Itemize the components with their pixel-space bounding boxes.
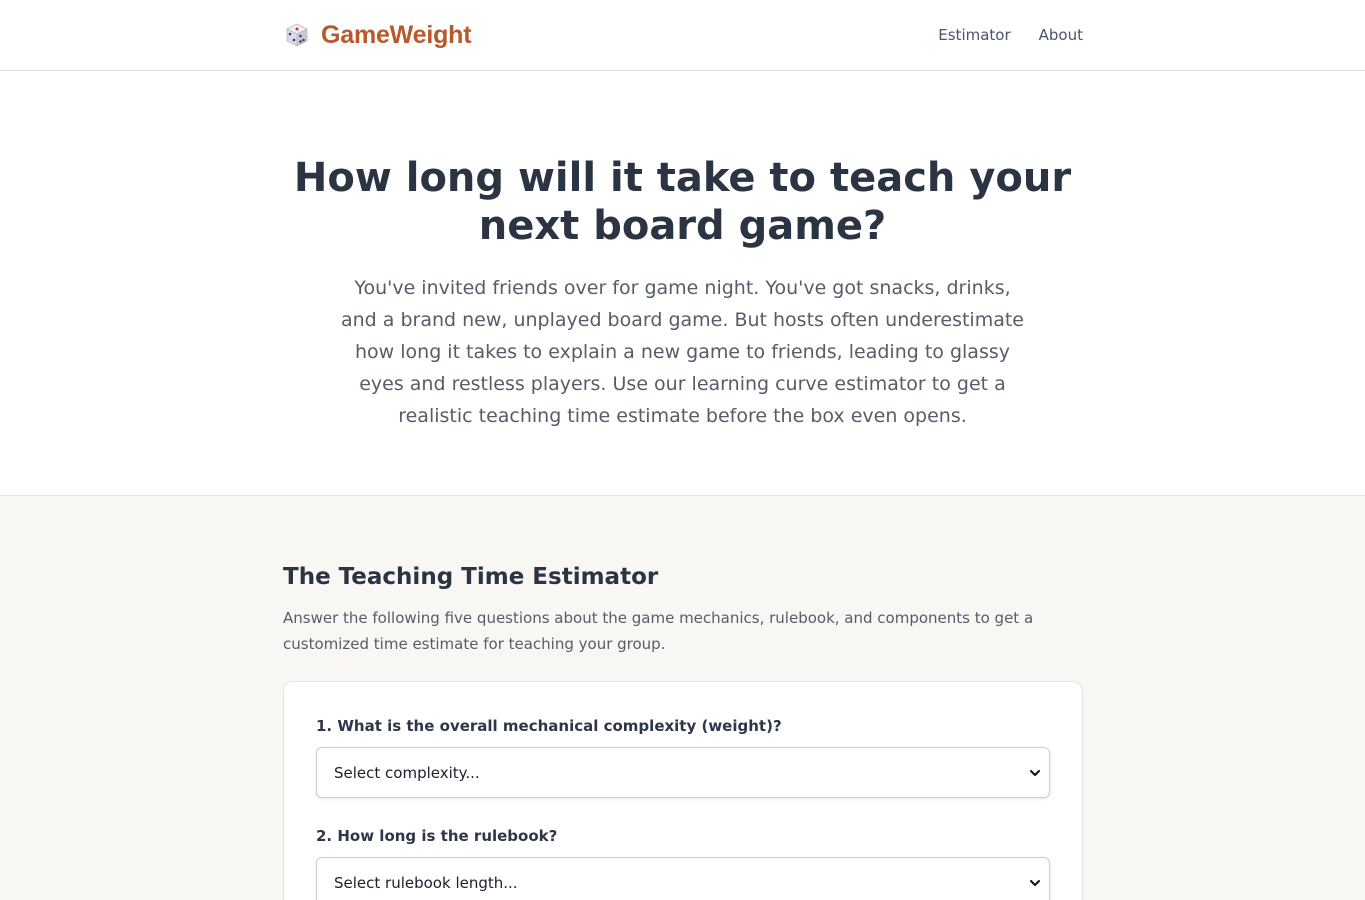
estimator-title: The Teaching Time Estimator: [283, 564, 659, 590]
hero-section: How long will it take to teach your next…: [0, 71, 1365, 496]
estimator-form-card: 1. What is the overall mechanical comple…: [283, 681, 1083, 900]
select-value: Select complexity...: [334, 763, 480, 782]
estimator-inner: The Teaching Time Estimator Answer the f…: [283, 562, 1083, 900]
main-nav: Estimator About: [938, 26, 1083, 44]
chevron-down-icon: [1030, 769, 1040, 776]
chevron-down-icon: [1030, 879, 1040, 886]
hero-title: How long will it take to teach your next…: [293, 155, 1072, 249]
question-complexity: 1. What is the overall mechanical comple…: [316, 715, 1050, 798]
header-inner: GameWeight Estimator About: [283, 0, 1083, 70]
estimator-description: Answer the following five questions abou…: [283, 609, 1034, 653]
brand-name: GameWeight: [321, 20, 472, 49]
site-header: GameWeight Estimator About: [0, 0, 1365, 71]
estimator-section: The Teaching Time Estimator Answer the f…: [0, 496, 1365, 900]
nav-link-about[interactable]: About: [1039, 26, 1083, 44]
question-rulebook: 2. How long is the rulebook? Select rule…: [316, 825, 1050, 900]
brand-logo-link[interactable]: GameWeight: [283, 20, 472, 50]
question-label: 2. How long is the rulebook?: [316, 827, 558, 845]
hero-body: You've invited friends over for game nig…: [340, 277, 1025, 427]
select-value: Select rulebook length...: [334, 873, 518, 892]
nav-link-estimator[interactable]: Estimator: [938, 26, 1010, 44]
dice-icon: [286, 23, 308, 47]
question-label: 1. What is the overall mechanical comple…: [316, 717, 782, 735]
rulebook-length-select[interactable]: Select rulebook length...: [316, 857, 1050, 900]
complexity-select[interactable]: Select complexity...: [316, 747, 1050, 798]
